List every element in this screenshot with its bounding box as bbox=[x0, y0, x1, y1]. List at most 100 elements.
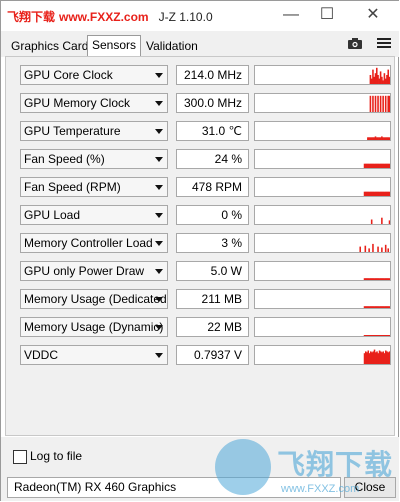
sensor-name-dropdown[interactable]: Fan Speed (%) bbox=[20, 149, 168, 169]
graph-bar bbox=[377, 246, 379, 252]
watermark-text: 飞翔下载 bbox=[7, 10, 56, 24]
sensor-name: GPU Core Clock bbox=[24, 68, 113, 82]
sensor-graph bbox=[254, 205, 391, 225]
sensor-name-dropdown[interactable]: Memory Usage (Dynamic) bbox=[20, 317, 168, 337]
graph-bar bbox=[384, 244, 387, 252]
graph-bar bbox=[388, 76, 390, 84]
graph-bar bbox=[379, 95, 382, 112]
sensor-value: 478 RPM bbox=[176, 177, 249, 197]
sensor-name: GPU only Power Draw bbox=[24, 264, 145, 278]
sensor-graph bbox=[254, 121, 391, 141]
graph-bar bbox=[388, 306, 390, 308]
sensor-value: 211 MB bbox=[176, 289, 249, 309]
sensor-value: 3 % bbox=[176, 233, 249, 253]
graph-bar bbox=[387, 248, 390, 252]
dropdown-arrow-icon bbox=[155, 185, 163, 190]
graph-bar bbox=[384, 95, 387, 112]
camera-icon[interactable] bbox=[347, 37, 363, 49]
sensor-name: GPU Memory Clock bbox=[24, 96, 131, 110]
sensor-name: Fan Speed (RPM) bbox=[24, 180, 121, 194]
sensor-value: 0 % bbox=[176, 205, 249, 225]
graph-bar bbox=[381, 217, 383, 224]
sensor-name: Fan Speed (%) bbox=[24, 152, 105, 166]
dropdown-arrow-icon bbox=[155, 297, 163, 302]
graph-bar bbox=[388, 191, 390, 196]
sensor-graph bbox=[254, 177, 391, 197]
sensor-graph bbox=[254, 289, 391, 309]
sensor-graph bbox=[254, 93, 391, 113]
graph-bar bbox=[388, 335, 390, 336]
graph-bar bbox=[372, 243, 374, 252]
sensor-graph bbox=[254, 261, 391, 281]
graph-bar bbox=[370, 219, 373, 224]
sensor-value: 214.0 MHz bbox=[176, 65, 249, 85]
sensor-name-dropdown[interactable]: GPU Temperature bbox=[20, 121, 168, 141]
dropdown-arrow-icon bbox=[155, 157, 163, 162]
graph-bar bbox=[388, 220, 390, 224]
sensor-name-dropdown[interactable]: VDDC bbox=[20, 345, 168, 365]
graph-bar bbox=[388, 95, 390, 112]
sensor-name: GPU Temperature bbox=[24, 124, 121, 138]
dropdown-arrow-icon bbox=[155, 241, 163, 246]
title-bar: 飞翔下载 www.FXXZ.com J-Z 1.10.0 — ☐ ✕ bbox=[1, 1, 399, 31]
sensor-name-dropdown[interactable]: Memory Usage (Dedicated) bbox=[20, 289, 168, 309]
tab-sensors[interactable]: Sensors bbox=[87, 35, 142, 56]
sensor-name-dropdown[interactable]: GPU only Power Draw bbox=[20, 261, 168, 281]
graph-bar bbox=[382, 95, 384, 112]
dropdown-arrow-icon bbox=[155, 325, 163, 330]
graph-bar bbox=[359, 246, 361, 252]
graph-bar bbox=[388, 137, 390, 140]
log-to-file-label: Log to file bbox=[30, 449, 83, 463]
sensor-name-dropdown[interactable]: GPU Load bbox=[20, 205, 168, 225]
close-window-button[interactable]: ✕ bbox=[353, 3, 393, 29]
sensor-graph bbox=[254, 65, 391, 85]
sensors-panel: GPU Core Clock 214.0 MHz GPU Memory Clock 3… bbox=[5, 56, 395, 436]
main-window: 飞翔下载 www.FXXZ.com J-Z 1.10.0 — ☐ ✕ Graphic… bbox=[0, 0, 399, 501]
graph-bar bbox=[372, 95, 374, 112]
sensor-value: 300.0 MHz bbox=[176, 93, 249, 113]
graph-bar bbox=[369, 95, 372, 112]
dropdown-arrow-icon bbox=[155, 213, 163, 218]
tab-bar: Graphics Card Sensors Validation bbox=[1, 31, 399, 57]
minimize-button[interactable]: — bbox=[271, 3, 311, 29]
window-title: 飞翔下载 www.FXXZ.com J-Z 1.10.0 bbox=[7, 8, 213, 25]
sensor-name-dropdown[interactable]: Memory Controller Load bbox=[20, 233, 168, 253]
sensor-name-dropdown[interactable]: GPU Memory Clock bbox=[20, 93, 168, 113]
tab-graphics-card[interactable]: Graphics Card bbox=[7, 37, 92, 55]
sensor-value: 24 % bbox=[176, 149, 249, 169]
sensor-name-dropdown[interactable]: Fan Speed (RPM) bbox=[20, 177, 168, 197]
dropdown-arrow-icon bbox=[155, 129, 163, 134]
sensor-name: Memory Usage (Dynamic) bbox=[24, 320, 164, 334]
dropdown-arrow-icon bbox=[155, 101, 163, 106]
sensor-name: GPU Load bbox=[24, 208, 81, 222]
sensor-graph bbox=[254, 233, 391, 253]
sensor-value: 5.0 W bbox=[176, 261, 249, 281]
graph-bar bbox=[388, 351, 390, 364]
watermark-logo: 飞翔下载 www.FXXZ.com bbox=[209, 439, 397, 499]
sensor-value: 0.7937 V bbox=[176, 345, 249, 365]
tab-validation[interactable]: Validation bbox=[142, 37, 202, 55]
sensor-name: Memory Controller Load bbox=[24, 236, 153, 250]
sensor-graph bbox=[254, 317, 391, 337]
graph-bar bbox=[374, 95, 377, 112]
graph-bar bbox=[388, 163, 390, 168]
logo-text: 飞翔下载 bbox=[277, 449, 394, 480]
graph-bar bbox=[364, 245, 367, 252]
sensor-graph bbox=[254, 345, 391, 365]
maximize-button[interactable]: ☐ bbox=[307, 3, 347, 29]
watermark-url: www.FXXZ.com bbox=[59, 10, 149, 24]
sensor-graph bbox=[254, 149, 391, 169]
dropdown-arrow-icon bbox=[155, 73, 163, 78]
log-to-file-checkbox[interactable] bbox=[13, 450, 27, 464]
sensor-name-dropdown[interactable]: GPU Core Clock bbox=[20, 65, 168, 85]
hamburger-menu-icon[interactable] bbox=[377, 37, 391, 49]
dropdown-arrow-icon bbox=[155, 269, 163, 274]
logo-url: www.FXXZ.com bbox=[281, 483, 360, 495]
app-title: J-Z 1.10.0 bbox=[158, 10, 213, 24]
graph-bar bbox=[377, 95, 379, 112]
dropdown-arrow-icon bbox=[155, 353, 163, 358]
graph-bar bbox=[381, 247, 383, 252]
graph-bar bbox=[368, 248, 370, 252]
sensor-name: Memory Usage (Dedicated) bbox=[24, 292, 168, 306]
sensor-name: VDDC bbox=[24, 348, 59, 362]
